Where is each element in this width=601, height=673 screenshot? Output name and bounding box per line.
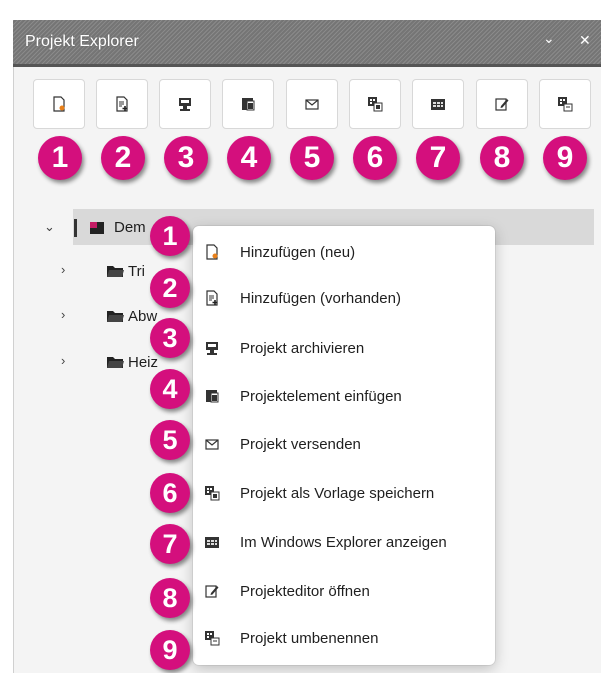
menu-item-label: Hinzufügen (neu) [240,243,356,261]
edit-icon [204,583,220,599]
badge-5: 5 [290,136,334,180]
window-title: Projekt Explorer [25,33,139,50]
toolbar-save-template-button[interactable] [349,79,401,129]
folder-icon [107,357,124,368]
badge-6: 6 [150,473,190,513]
toolbar-new-button[interactable] [33,79,85,129]
badge-6: 6 [353,136,397,180]
menu-item-open-editor[interactable]: Projekteditor öffnen [196,571,492,611]
insert-element-icon [204,388,220,404]
chevron-right-icon[interactable]: › [61,353,65,368]
folder-icon [107,311,124,322]
insert-element-icon [242,98,255,111]
badge-8: 8 [480,136,524,180]
new-file-icon [53,96,65,112]
menu-item-rename[interactable]: Projekt umbenennen [196,618,492,658]
toolbar-archive-button[interactable] [159,79,211,129]
rename-icon [558,97,573,112]
mail-icon [204,436,220,452]
menu-item-archive[interactable]: Projekt archivieren [196,328,492,368]
archive-icon [204,340,220,356]
mail-icon [305,99,319,110]
badge-2: 2 [150,268,190,308]
tree-item-label[interactable]: Heiz [128,354,158,371]
windows-explorer-icon [204,534,220,550]
menu-item-label: Projekt als Vorlage speichern [240,484,435,502]
badge-1: 1 [150,216,190,256]
chevron-right-icon[interactable]: › [61,262,65,277]
toolbar-add-existing-button[interactable] [96,79,148,129]
rename-icon [204,630,220,646]
badge-4: 4 [227,136,271,180]
menu-item-save-template[interactable]: Projekt als Vorlage speichern [196,473,492,513]
badge-7: 7 [150,524,190,564]
badge-9: 9 [150,630,190,670]
toolbar-edit-button[interactable] [476,79,528,129]
toolbar-rename-button[interactable] [539,79,591,129]
toolbar-windows-explorer-button[interactable] [412,79,464,129]
menu-item-label: Hinzufügen (vorhanden) [240,289,401,307]
toolbar-divider [13,64,601,67]
edit-icon [495,98,509,111]
folder-icon [107,266,124,277]
project-icon [90,222,104,234]
selection-indicator [74,219,77,237]
badge-2: 2 [101,136,145,180]
tree-root-label: Dem [114,219,146,236]
menu-item-send[interactable]: Projekt versenden [196,424,492,464]
menu-item-add-existing[interactable]: Hinzufügen (vorhanden) [196,278,492,318]
menu-item-label: Projekteditor öffnen [240,582,370,600]
add-existing-icon [116,96,128,112]
close-icon[interactable]: ✕ [579,32,591,49]
dropdown-icon[interactable]: ⌄ [543,30,555,47]
menu-item-add-new[interactable]: Hinzufügen (neu) [196,232,492,272]
menu-item-windows-explorer[interactable]: Im Windows Explorer anzeigen [196,522,492,562]
badge-3: 3 [164,136,208,180]
add-existing-icon [204,290,220,306]
badge-8: 8 [150,578,190,618]
menu-item-insert-element[interactable]: Projektelement einfügen [196,376,492,416]
menu-item-label: Projekt archivieren [240,339,365,357]
save-template-icon [204,485,220,501]
new-file-icon [204,244,220,260]
menu-item-label: Projekt versenden [240,435,361,453]
chevron-down-icon[interactable]: ⌄ [44,219,55,235]
badge-7: 7 [416,136,460,180]
badge-3: 3 [150,318,190,358]
archive-icon [179,98,191,111]
toolbar-insert-element-button[interactable] [222,79,274,129]
tree-item-label[interactable]: Abw [128,308,157,325]
title-bar: Projekt Explorer ⌄ ✕ [13,20,601,64]
badge-1: 1 [38,136,82,180]
badge-5: 5 [150,420,190,460]
badge-4: 4 [150,369,190,409]
windows-explorer-icon [431,99,445,110]
toolbar-send-button[interactable] [286,79,338,129]
menu-item-label: Projekt umbenennen [240,629,379,647]
save-template-icon [368,97,383,112]
tree-item-label[interactable]: Tri [128,263,145,280]
menu-item-label: Im Windows Explorer anzeigen [240,533,447,551]
menu-item-label: Projektelement einfügen [240,387,402,405]
badge-9: 9 [543,136,587,180]
chevron-right-icon[interactable]: › [61,307,65,322]
